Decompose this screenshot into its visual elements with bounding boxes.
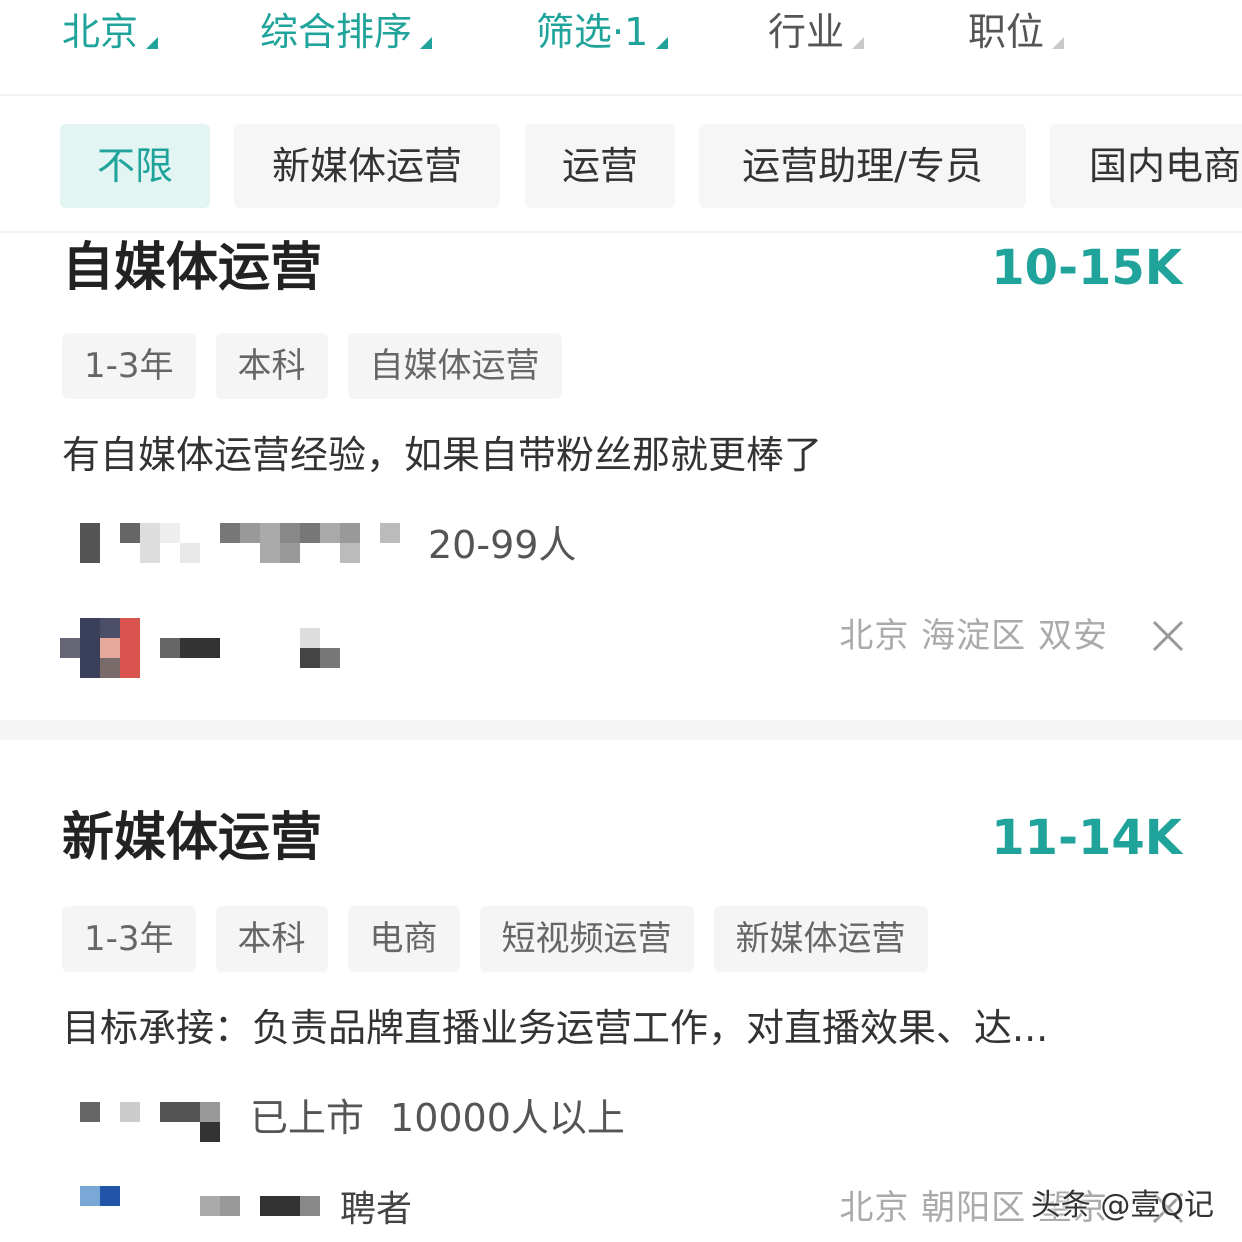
category-chip-operation-assistant[interactable]: 运营助理/专员 [699, 124, 1026, 208]
job-tag: 本科 [215, 333, 328, 399]
company-size: 10000人以上 [390, 1095, 625, 1140]
filter-industry-label: 行业 [768, 10, 845, 54]
filter-screen[interactable]: 筛选·1 [536, 8, 669, 56]
recruiter-name-redacted [160, 1186, 340, 1226]
recruiter-title: 聘者 [340, 1189, 413, 1230]
job-tag: 1-3年 [62, 333, 196, 399]
company-size: 20-99人 [428, 522, 577, 567]
recruiter-info: 聘者 [60, 1176, 412, 1236]
filter-bar: 北京 综合排序 筛选·1 行业 职位 [0, 0, 1242, 96]
company-stage: 已上市 [250, 1095, 365, 1140]
job-location: 北京 海淀区 双安 [839, 616, 1108, 656]
close-icon[interactable] [1150, 618, 1186, 654]
dropdown-triangle-icon [1052, 37, 1065, 49]
filter-screen-label: 筛选·1 [536, 10, 649, 54]
job-tag: 短视频运营 [479, 906, 694, 972]
category-chip-unlimited[interactable]: 不限 [60, 124, 210, 208]
recruiter-avatar [60, 1186, 120, 1226]
job-title: 新媒体运营 [62, 808, 323, 868]
company-name-redacted [80, 519, 402, 563]
watermark: 头条 @壹Q记 [1030, 1188, 1214, 1223]
filter-sort[interactable]: 综合排序 [260, 8, 433, 56]
job-tag: 1-3年 [62, 906, 196, 972]
job-tag: 新媒体运营 [713, 906, 928, 972]
dropdown-triangle-icon [420, 37, 433, 49]
job-title: 自媒体运营 [62, 238, 323, 298]
job-description: 目标承接：负责品牌直播业务运营工作，对直播效果、达... [62, 1006, 1049, 1050]
job-tags: 1-3年 本科 电商 短视频运营 新媒体运营 [62, 906, 928, 972]
dropdown-triangle-icon [146, 37, 159, 49]
category-chip-domestic-ecommerce[interactable]: 国内电商 [1050, 124, 1242, 208]
company-name-redacted [80, 1092, 224, 1142]
category-chip-new-media-operation[interactable]: 新媒体运营 [234, 124, 500, 208]
job-card[interactable]: 自媒体运营 10-15K 1-3年 本科 自媒体运营 有自媒体运营经验，如果自带… [0, 234, 1242, 720]
filter-position-label: 职位 [968, 10, 1045, 54]
job-salary: 11-14K [991, 810, 1182, 866]
filter-sort-label: 综合排序 [260, 10, 413, 54]
job-tag: 电商 [347, 906, 460, 972]
filter-city[interactable]: 北京 [62, 8, 159, 56]
filter-industry[interactable]: 行业 [768, 8, 865, 56]
card-divider [0, 720, 1242, 740]
filter-position[interactable]: 职位 [968, 8, 1065, 56]
job-tag: 自媒体运营 [347, 333, 562, 399]
job-tags: 1-3年 本科 自媒体运营 [62, 333, 562, 399]
job-salary: 10-15K [991, 240, 1182, 296]
job-card[interactable]: 新媒体运营 11-14K 1-3年 本科 电商 短视频运营 新媒体运营 目标承接… [0, 740, 1242, 1242]
recruiter-info [60, 618, 340, 678]
dropdown-triangle-icon [656, 37, 669, 49]
recruiter-avatar [60, 618, 140, 678]
category-chip-row: 不限 新媒体运营 运营 运营助理/专员 国内电商 [0, 97, 1242, 233]
filter-city-label: 北京 [62, 10, 139, 54]
job-tag: 本科 [215, 906, 328, 972]
dropdown-triangle-icon [852, 37, 865, 49]
recruiter-name-redacted [160, 628, 340, 668]
category-chip-operation[interactable]: 运营 [525, 124, 675, 208]
job-description: 有自媒体运营经验，如果自带粉丝那就更棒了 [62, 433, 823, 477]
company-info: 已上市 10000人以上 [80, 1090, 625, 1142]
company-info: 20-99人 [80, 517, 576, 567]
